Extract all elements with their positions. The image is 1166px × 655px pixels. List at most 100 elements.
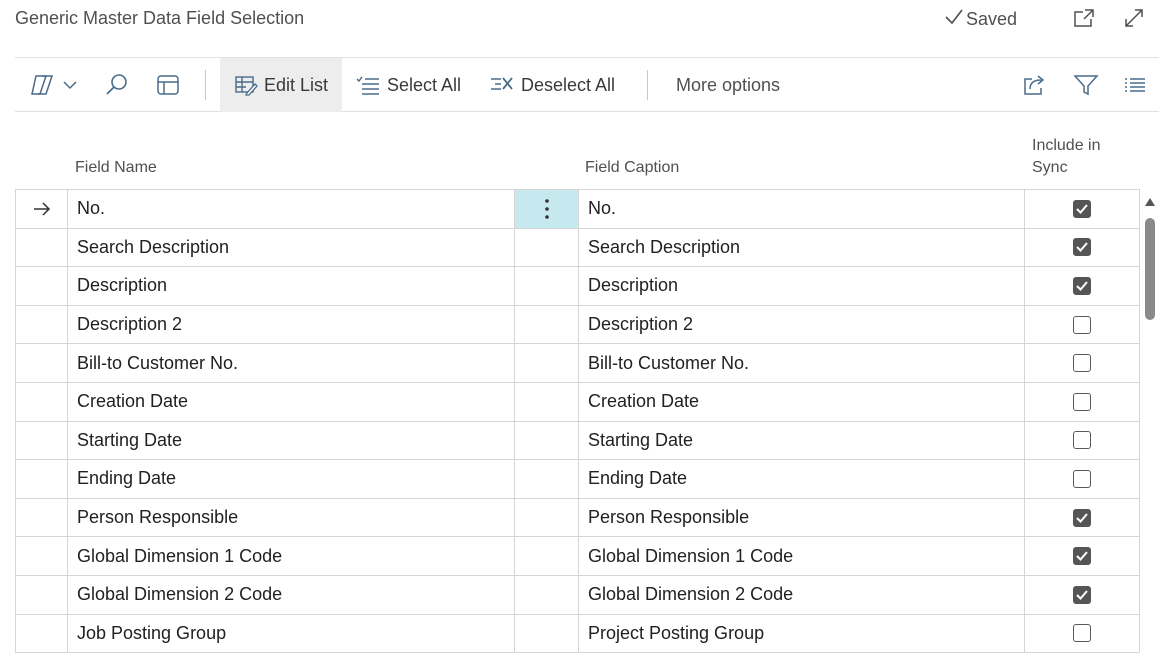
filter-button[interactable] (1073, 58, 1099, 112)
field-name-cell[interactable]: Global Dimension 1 Code (68, 537, 515, 575)
include-in-sync-cell (1025, 382, 1140, 421)
include-in-sync-checkbox[interactable] (1073, 469, 1091, 488)
include-in-sync-cell (1025, 228, 1140, 267)
scrollbar-thumb[interactable] (1145, 218, 1155, 320)
table-row[interactable]: Description 2 Description 2 (16, 305, 1140, 345)
table-row[interactable]: Bill-to Customer No. Bill-to Customer No… (16, 344, 1140, 383)
edit-list-label: Edit List (264, 74, 329, 95)
grid-header: Field Name Field Caption Include in Sync (15, 130, 1140, 189)
arrow-right-icon (33, 202, 50, 216)
copilot-menu-button[interactable] (30, 58, 78, 112)
row-actions-cell[interactable] (515, 614, 579, 653)
field-name-cell[interactable]: Description (68, 267, 515, 305)
field-caption-cell[interactable]: Description (579, 267, 1025, 305)
column-header-field-name[interactable]: Field Name (75, 157, 157, 179)
row-marker-cell (16, 344, 68, 382)
field-name-cell[interactable]: Person Responsible (68, 498, 515, 537)
include-in-sync-checkbox[interactable] (1073, 315, 1091, 334)
field-selection-grid: No. No. Search Description Search Descri… (15, 189, 1140, 654)
row-actions-cell[interactable] (515, 575, 579, 614)
table-row[interactable]: Starting Date Starting Date (16, 421, 1140, 461)
more-options-button[interactable]: More options (676, 58, 780, 112)
row-actions-cell[interactable] (515, 382, 579, 421)
field-name-cell[interactable]: Job Posting Group (68, 614, 515, 653)
table-row[interactable]: Job Posting Group Project Posting Group (16, 614, 1140, 654)
table-row[interactable]: Search Description Search Description (16, 228, 1140, 268)
current-row-indicator (16, 190, 68, 228)
vertical-scrollbar[interactable] (1143, 196, 1157, 655)
include-in-sync-checkbox[interactable] (1073, 199, 1091, 218)
field-caption-cell[interactable]: Bill-to Customer No. (579, 344, 1025, 382)
checkmark-icon (944, 8, 964, 31)
more-vertical-icon[interactable] (544, 198, 550, 220)
search-button[interactable] (104, 58, 130, 112)
include-in-sync-cell (1025, 421, 1140, 460)
open-in-new-window-icon[interactable] (1072, 6, 1096, 30)
show-details-button[interactable] (155, 58, 181, 112)
table-row[interactable]: No. No. (16, 190, 1140, 229)
table-row[interactable]: Ending Date Ending Date (16, 460, 1140, 499)
table-row[interactable]: Description Description (16, 267, 1140, 306)
include-in-sync-checkbox[interactable] (1073, 508, 1091, 527)
expand-icon[interactable] (1122, 6, 1146, 30)
table-row[interactable]: Global Dimension 2 Code Global Dimension… (16, 575, 1140, 615)
field-caption-cell[interactable]: Global Dimension 2 Code (579, 575, 1025, 614)
field-caption-cell[interactable]: Project Posting Group (579, 614, 1025, 653)
field-name-cell[interactable]: No. (68, 190, 515, 228)
share-button[interactable] (1022, 58, 1048, 112)
field-name-cell[interactable]: Creation Date (68, 382, 515, 421)
page-title: Generic Master Data Field Selection (15, 8, 305, 28)
row-actions-cell[interactable] (515, 537, 579, 575)
row-actions-cell[interactable] (515, 267, 579, 305)
row-actions-cell[interactable] (515, 460, 579, 498)
include-in-sync-checkbox[interactable] (1073, 585, 1091, 604)
row-marker-cell (16, 537, 68, 575)
row-marker-cell (16, 382, 68, 421)
include-in-sync-checkbox[interactable] (1073, 276, 1091, 295)
field-name-cell[interactable]: Description 2 (68, 305, 515, 344)
include-in-sync-checkbox[interactable] (1073, 547, 1091, 566)
include-in-sync-checkbox[interactable] (1073, 238, 1091, 257)
row-marker-cell (16, 305, 68, 344)
field-caption-cell[interactable]: Global Dimension 1 Code (579, 537, 1025, 575)
field-caption-cell[interactable]: No. (579, 190, 1025, 228)
include-in-sync-checkbox[interactable] (1073, 624, 1091, 643)
edit-list-button[interactable]: Edit List (220, 58, 343, 112)
include-in-sync-cell (1025, 498, 1140, 537)
row-actions-cell[interactable] (515, 190, 579, 228)
include-in-sync-checkbox[interactable] (1073, 354, 1091, 373)
row-actions-cell[interactable] (515, 344, 579, 382)
include-in-sync-checkbox[interactable] (1073, 431, 1091, 450)
field-caption-cell[interactable]: Search Description (579, 228, 1025, 267)
field-caption-cell[interactable]: Ending Date (579, 460, 1025, 498)
table-row[interactable]: Creation Date Creation Date (16, 382, 1140, 422)
edit-list-icon (234, 74, 258, 96)
field-name-cell[interactable]: Bill-to Customer No. (68, 344, 515, 382)
list-view-button[interactable] (1123, 58, 1147, 112)
field-name-cell[interactable]: Starting Date (68, 421, 515, 460)
include-in-sync-cell (1025, 575, 1140, 614)
row-actions-cell[interactable] (515, 305, 579, 344)
include-in-sync-cell (1025, 305, 1140, 344)
field-caption-cell[interactable]: Person Responsible (579, 498, 1025, 537)
field-name-cell[interactable]: Global Dimension 2 Code (68, 575, 515, 614)
field-name-cell[interactable]: Ending Date (68, 460, 515, 498)
include-in-sync-checkbox[interactable] (1073, 392, 1091, 411)
field-name-cell[interactable]: Search Description (68, 228, 515, 267)
column-header-field-caption[interactable]: Field Caption (585, 157, 679, 179)
scroll-up-arrow-icon[interactable] (1145, 198, 1155, 206)
deselect-all-button[interactable]: Deselect All (489, 58, 615, 112)
row-actions-cell[interactable] (515, 421, 579, 460)
column-header-include-in-sync[interactable]: Include in Sync (1032, 135, 1101, 179)
field-caption-cell[interactable]: Creation Date (579, 382, 1025, 421)
field-caption-cell[interactable]: Description 2 (579, 305, 1025, 344)
row-actions-cell[interactable] (515, 498, 579, 537)
row-actions-cell[interactable] (515, 228, 579, 267)
include-in-sync-cell (1025, 614, 1140, 653)
include-in-sync-cell (1025, 537, 1140, 575)
select-all-button[interactable]: Select All (355, 58, 461, 112)
table-row[interactable]: Global Dimension 1 Code Global Dimension… (16, 537, 1140, 576)
list-layout-icon (155, 73, 181, 97)
table-row[interactable]: Person Responsible Person Responsible (16, 498, 1140, 538)
field-caption-cell[interactable]: Starting Date (579, 421, 1025, 460)
